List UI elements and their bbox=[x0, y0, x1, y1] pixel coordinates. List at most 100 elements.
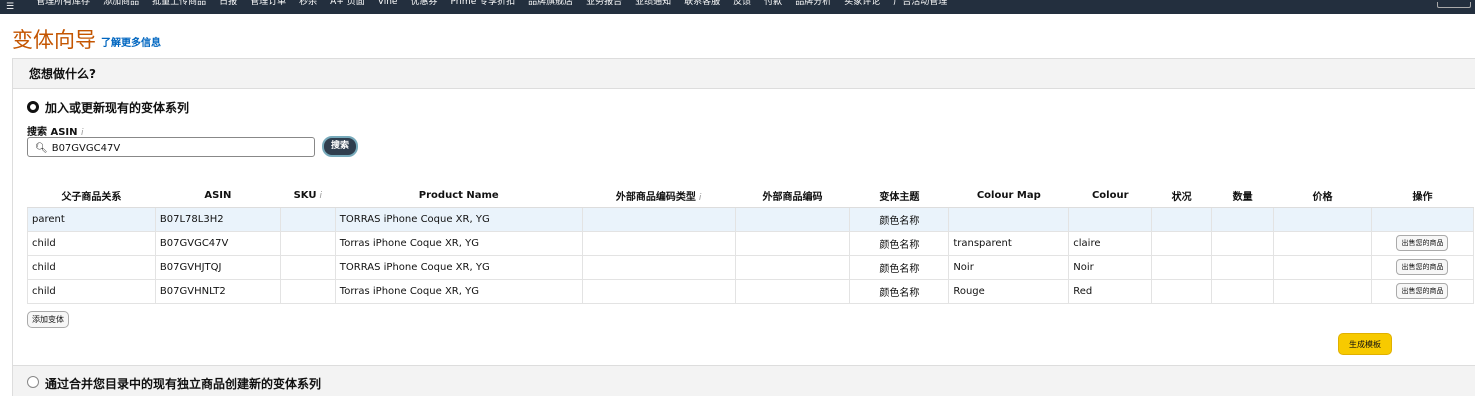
cell-ext-code bbox=[734, 254, 851, 280]
column-header-text: Colour Map bbox=[976, 190, 1041, 202]
menu-icon[interactable]: ☰ bbox=[6, 0, 14, 14]
cell-condition bbox=[1151, 254, 1213, 280]
column-header: 变体主题 bbox=[849, 185, 949, 208]
cell-price bbox=[1273, 206, 1372, 232]
column-header: Colour bbox=[1068, 185, 1152, 208]
nav-item[interactable]: Vine bbox=[378, 0, 398, 9]
cell-sku bbox=[279, 206, 336, 232]
option1-radio[interactable] bbox=[27, 101, 39, 113]
search-input[interactable]: 🔍︎ B07GVGC47V bbox=[27, 137, 315, 157]
nav-item[interactable]: 品牌分析 bbox=[795, 0, 831, 9]
column-header-text: 外部商品编码类型 bbox=[615, 192, 696, 204]
cell-ext-type bbox=[581, 254, 736, 280]
cell-colour: claire bbox=[1068, 230, 1153, 256]
table-row: child B07GVHJTQJ TORRAS iPhone Coque XR, Y… bbox=[27, 254, 1475, 280]
column-header: Colour Map bbox=[948, 185, 1069, 208]
cell-sku bbox=[279, 278, 336, 304]
nav-item[interactable]: 日报 bbox=[219, 0, 237, 9]
nav-item[interactable]: 品牌旗舰店 bbox=[528, 0, 573, 9]
cell-name: Torras iPhone Coque XR, YG bbox=[334, 230, 583, 256]
table-header-row: 父子商品关系 ASIN SKU i Product Name 外部商品编码类型 i 外部商品编… bbox=[27, 185, 1474, 208]
nav-item[interactable]: 广告活动管理 bbox=[893, 0, 947, 9]
cell-asin: B07GVHJTQJ bbox=[154, 254, 281, 280]
cell-rel: parent bbox=[27, 206, 156, 232]
cell-condition bbox=[1151, 230, 1213, 256]
search-input-value: B07GVGC47V bbox=[51, 142, 121, 154]
column-header: Product Name bbox=[335, 185, 583, 208]
column-header-text: 状况 bbox=[1171, 192, 1192, 204]
nav-item[interactable]: 管理订单 bbox=[250, 0, 286, 9]
cell-qty bbox=[1211, 278, 1275, 304]
nav-item[interactable]: 优惠券 bbox=[410, 0, 437, 9]
cell-price bbox=[1273, 230, 1372, 256]
sell-your-item-button[interactable]: 出售您的商品 bbox=[1396, 283, 1449, 299]
cell-condition bbox=[1151, 206, 1213, 232]
table-body: parent B07L78L3H2 TORRAS iPhone Coque XR, … bbox=[27, 206, 1475, 304]
cell-theme: 颜色名称 bbox=[849, 278, 950, 304]
nav-item[interactable]: 秒杀 bbox=[299, 0, 317, 9]
cell-action: 出售您的商品 bbox=[1370, 230, 1475, 256]
nav-item[interactable]: 管理所有库存 bbox=[36, 0, 90, 9]
generate-template-button[interactable]: 生成模板 bbox=[1338, 333, 1392, 355]
table-row: child B07GVHNLT2 Torras iPhone Coque XR, Y… bbox=[27, 278, 1475, 304]
cell-ext-type bbox=[581, 230, 736, 256]
cell-condition bbox=[1151, 278, 1213, 304]
column-header-text: 数量 bbox=[1232, 192, 1253, 204]
cell-qty bbox=[1211, 230, 1275, 256]
nav-item[interactable]: 批量上传商品 bbox=[152, 0, 206, 9]
add-variation-button[interactable]: 添加变体 bbox=[27, 311, 69, 328]
column-header-text: 变体主题 bbox=[879, 192, 920, 204]
nav-item[interactable]: Prime 专享折扣 bbox=[450, 0, 515, 9]
cell-ext-code bbox=[734, 230, 851, 256]
column-header-text: ASIN bbox=[204, 190, 232, 202]
column-header: ASIN bbox=[155, 185, 281, 208]
column-header: SKU i bbox=[280, 185, 336, 208]
nav-items: 管理所有库存 添加商品 批量上传商品 日报 管理订单 秒杀 A+ 页面 Vine 优惠券 Prim… bbox=[36, 0, 960, 14]
cell-name: Torras iPhone Coque XR, YG bbox=[334, 278, 583, 304]
cell-sku bbox=[279, 230, 336, 256]
table-row: parent B07L78L3H2 TORRAS iPhone Coque XR, … bbox=[27, 206, 1475, 232]
nav-item[interactable]: 联系客服 bbox=[684, 0, 720, 9]
nav-item[interactable]: 付款 bbox=[764, 0, 782, 9]
cell-action: 出售您的商品 bbox=[1370, 278, 1475, 304]
info-icon[interactable]: i bbox=[699, 193, 702, 203]
nav-item[interactable]: 业绩通知 bbox=[635, 0, 671, 9]
info-icon[interactable]: i bbox=[320, 191, 323, 201]
sell-your-item-button[interactable]: 出售您的商品 bbox=[1396, 235, 1449, 251]
column-header-text: 父子商品关系 bbox=[61, 192, 122, 204]
search-button[interactable]: 搜索 bbox=[322, 136, 358, 157]
nav-item[interactable]: A+ 页面 bbox=[330, 0, 365, 9]
option2-bar: 通过合并您目录中的现有独立商品创建新的变体系列 bbox=[13, 365, 1475, 396]
column-header: 外部商品编码类型 i bbox=[582, 185, 736, 208]
column-header: 数量 bbox=[1211, 185, 1274, 208]
nav-right-widget[interactable] bbox=[1437, 2, 1471, 8]
cell-price bbox=[1273, 278, 1372, 304]
column-header-text: SKU bbox=[293, 190, 317, 202]
top-navigation: ☰ 管理所有库存 添加商品 批量上传商品 日报 管理订单 秒杀 A+ 页面 Vine 优惠券 Pr… bbox=[0, 0, 1475, 14]
cell-qty bbox=[1211, 254, 1275, 280]
cell-name: TORRAS iPhone Coque XR, YG bbox=[334, 206, 583, 232]
option2-radio[interactable] bbox=[27, 376, 39, 388]
search-asin-label: 搜索 ASIN i bbox=[27, 123, 84, 138]
cell-colour-map: transparent bbox=[948, 230, 1070, 256]
learn-more-link[interactable]: 了解更多信息 bbox=[101, 34, 161, 49]
cell-action bbox=[1370, 206, 1475, 232]
sell-your-item-button[interactable]: 出售您的商品 bbox=[1396, 259, 1449, 275]
cell-rel: child bbox=[27, 254, 156, 280]
nav-item[interactable]: 添加商品 bbox=[103, 0, 139, 9]
cell-asin: B07GVGC47V bbox=[154, 230, 281, 256]
nav-item[interactable]: 反馈 bbox=[733, 0, 751, 9]
column-header: 状况 bbox=[1151, 185, 1212, 208]
column-header-text: 外部商品编码 bbox=[762, 192, 823, 204]
cell-ext-type bbox=[581, 278, 736, 304]
cell-price bbox=[1273, 254, 1372, 280]
column-header: 价格 bbox=[1273, 185, 1372, 208]
nav-item[interactable]: 业务报告 bbox=[586, 0, 622, 9]
cell-colour: Noir bbox=[1068, 254, 1153, 280]
cell-theme: 颜色名称 bbox=[849, 254, 950, 280]
cell-rel: child bbox=[27, 230, 156, 256]
panel-header: 您想做什么? bbox=[13, 59, 1475, 89]
cell-ext-code bbox=[734, 278, 851, 304]
nav-item[interactable]: 买家评论 bbox=[844, 0, 880, 9]
cell-colour-map: Noir bbox=[948, 254, 1070, 280]
